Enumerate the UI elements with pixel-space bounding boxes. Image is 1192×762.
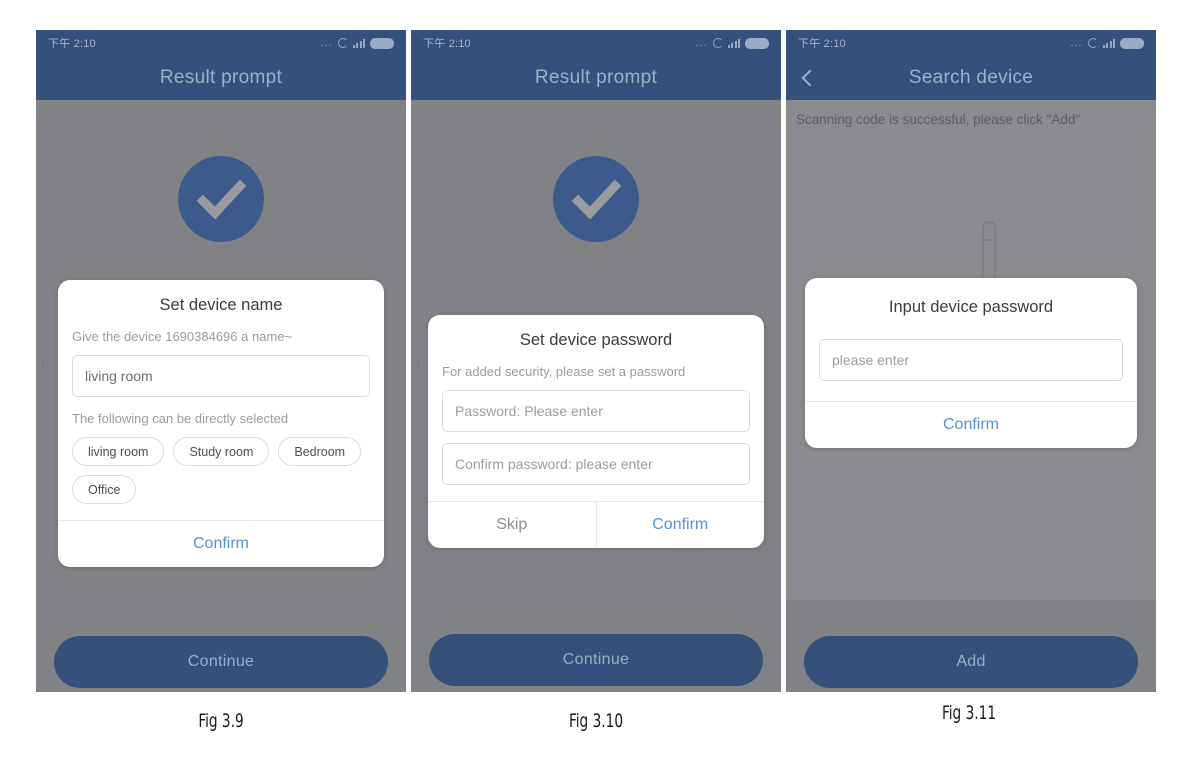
skip-button[interactable]: Skip — [428, 502, 596, 548]
page-title: Result prompt — [159, 67, 283, 88]
screen-body: i : Set device password For added securi… — [411, 100, 781, 692]
success-check-badge — [553, 156, 639, 242]
sync-circle-icon — [712, 38, 723, 48]
add-button[interactable]: Add — [804, 636, 1138, 688]
status-bar-time: 下午 2:10 — [48, 38, 96, 50]
nav-bar: Result prompt — [36, 56, 406, 100]
dialog-hint: The following can be directly selected — [72, 411, 289, 426]
status-bar: 下午 2:10 ... — [786, 30, 1156, 56]
sync-circle-icon — [1087, 38, 1098, 48]
signal-bars-icon — [727, 38, 740, 48]
ghost-text-left: i — [417, 356, 420, 371]
phone-screen-search-device: 下午 2:10 ... Search device Scanning code … — [786, 30, 1156, 692]
phone-screen-set-device-name: 下午 2:10 ... Result prompt i : Set device… — [36, 30, 406, 692]
back-chevron-icon[interactable] — [800, 70, 816, 86]
continue-button[interactable]: Continue — [54, 636, 388, 688]
figure-caption-2: Fig 3.10 — [568, 710, 624, 732]
status-bar-icons: ... — [320, 36, 394, 49]
ghost-text-left: i — [42, 356, 45, 371]
status-dots-icon: ... — [320, 36, 333, 49]
status-bar: 下午 2:10 ... — [411, 30, 781, 56]
device-name-input[interactable]: living room — [72, 355, 370, 397]
chip-bedroom[interactable]: Bedroom — [278, 437, 362, 466]
confirm-button[interactable]: Confirm — [805, 402, 1137, 448]
sync-circle-icon — [337, 38, 348, 48]
page-title: Result prompt — [534, 67, 658, 88]
chip-study-room[interactable]: Study room — [173, 437, 270, 466]
figure-caption-3: Fig 3.11 — [941, 702, 997, 724]
signal-bars-icon — [352, 38, 365, 48]
screen-body: Scanning code is successful, please clic… — [786, 100, 1156, 692]
input-device-password-dialog: Input device password please enter Confi… — [805, 278, 1137, 448]
scan-status-banner: Scanning code is successful, please clic… — [786, 100, 1156, 138]
chip-office[interactable]: Office — [72, 475, 137, 504]
dialog-title: Input device password — [888, 298, 1054, 316]
figure-caption-1: Fig 3.9 — [198, 710, 244, 732]
battery-icon — [1120, 37, 1144, 49]
dialog-title: Set device password — [519, 331, 673, 349]
nav-bar: Result prompt — [411, 56, 781, 100]
confirm-button[interactable]: Confirm — [595, 502, 765, 548]
ghost-text-right: : — [771, 356, 775, 371]
dialog-subtitle: For added security, please set a passwor… — [442, 364, 686, 379]
status-bar-icons: ... — [695, 36, 769, 49]
password-input[interactable]: Password: Please enter — [442, 390, 750, 432]
status-dots-icon: ... — [695, 36, 708, 49]
success-check-badge — [178, 156, 264, 242]
battery-icon — [745, 37, 769, 49]
status-bar-time: 下午 2:10 — [423, 38, 471, 50]
status-bar-icons: ... — [1070, 36, 1144, 49]
set-device-name-dialog: Set device name Give the device 16903846… — [58, 280, 384, 567]
status-bar-time: 下午 2:10 — [798, 38, 846, 50]
device-password-input[interactable]: please enter — [819, 339, 1123, 381]
battery-icon — [370, 37, 394, 49]
confirm-password-input[interactable]: Confirm password: please enter — [442, 443, 750, 485]
status-dots-icon: ... — [1070, 36, 1083, 49]
status-bar: 下午 2:10 ... — [36, 30, 406, 56]
page-title: Search device — [908, 67, 1034, 88]
ghost-text-right: : — [396, 356, 400, 371]
chip-living-room[interactable]: living room — [72, 437, 165, 466]
continue-button[interactable]: Continue — [429, 634, 763, 686]
phone-screen-set-device-password: 下午 2:10 ... Result prompt i : Set device… — [411, 30, 781, 692]
set-device-password-dialog: Set device password For added security, … — [428, 315, 764, 548]
preset-name-chips: living room Study room Bedroom Office — [58, 426, 384, 520]
figure-row: 下午 2:10 ... Result prompt i : Set device… — [0, 0, 1192, 762]
nav-bar: Search device — [786, 56, 1156, 100]
dialog-actions: Skip Confirm — [428, 502, 764, 548]
confirm-button[interactable]: Confirm — [58, 521, 384, 567]
screen-body: i : Set device name Give the device 1690… — [36, 100, 406, 692]
dialog-subtitle: Give the device 1690384696 a name~ — [72, 329, 293, 344]
signal-bars-icon — [1102, 38, 1115, 48]
dialog-title: Set device name — [159, 296, 283, 314]
